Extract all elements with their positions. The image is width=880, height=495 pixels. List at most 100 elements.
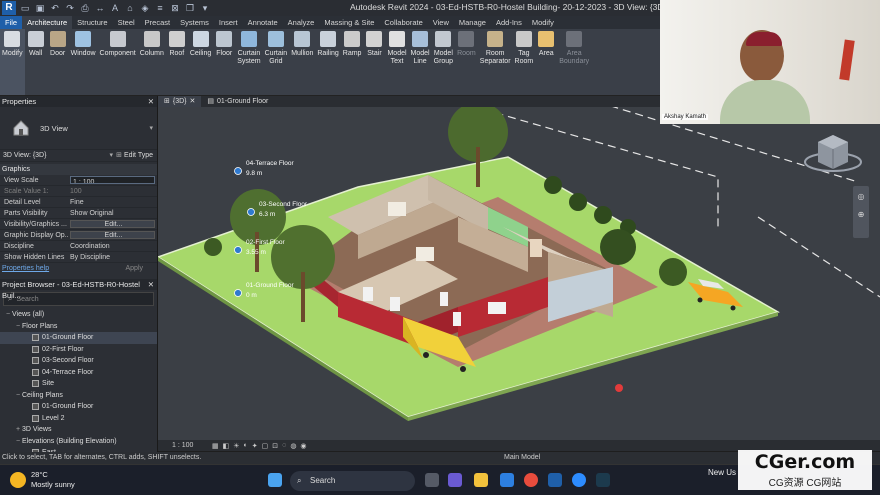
room-button[interactable]: Room — [455, 29, 478, 95]
browser-search[interactable]: ⌕ Search — [3, 292, 154, 306]
stair-button[interactable]: Stair — [363, 29, 385, 95]
shadows-icon[interactable]: ◐ — [244, 442, 248, 449]
browser-item[interactable]: 01-Ground Floor — [0, 401, 157, 413]
view-cube[interactable] — [804, 135, 862, 172]
collapse-icon[interactable]: − — [4, 309, 12, 321]
floor-button[interactable]: Floor — [213, 29, 235, 95]
level-head-icon[interactable] — [247, 208, 255, 216]
measure-icon[interactable]: ↔ — [94, 2, 106, 14]
tab-massing-site[interactable]: Massing & Site — [319, 16, 379, 29]
save-icon[interactable]: ▣ — [34, 2, 46, 14]
sun-path-icon[interactable]: ☀ — [233, 442, 239, 450]
explorer-icon[interactable] — [474, 473, 488, 487]
property-value[interactable]: 1 : 100 — [70, 176, 155, 184]
railing-button[interactable]: Railing — [315, 29, 340, 95]
app-icon[interactable] — [596, 473, 610, 487]
tab-analyze[interactable]: Analyze — [283, 16, 320, 29]
active-model[interactable]: Main Model — [504, 452, 540, 464]
redo-icon[interactable]: ↷ — [64, 2, 76, 14]
curtain-grid-button[interactable]: Curtain Grid — [263, 29, 290, 95]
tab-modify[interactable]: Modify — [527, 16, 559, 29]
store-icon[interactable] — [500, 473, 514, 487]
edit-type-icon[interactable]: ⊞ — [116, 150, 122, 161]
temp-hide-icon[interactable]: ◍ — [290, 442, 296, 450]
thin-lines-icon[interactable]: ≡ — [154, 2, 166, 14]
view-scale[interactable]: 1 : 100 — [158, 442, 208, 449]
switch-windows-icon[interactable]: ❐ — [184, 2, 196, 14]
edit-type-button[interactable]: Edit Type — [124, 150, 153, 161]
window-button[interactable]: Window — [69, 29, 98, 95]
edit-button[interactable]: Edit... — [70, 231, 155, 239]
column-button[interactable]: Column — [138, 29, 166, 95]
steering-wheel-icon[interactable]: ◎ — [853, 192, 869, 204]
view-tab[interactable]: ▤ 01-Ground Floor — [201, 96, 274, 107]
visual-style-icon[interactable]: ◧ — [223, 442, 230, 450]
browser-item[interactable]: Level 2 — [0, 413, 157, 425]
tab-view[interactable]: View — [428, 16, 454, 29]
lock-icon[interactable]: ⊡ — [272, 442, 278, 450]
model-text-button[interactable]: Model Text — [385, 29, 408, 95]
quick-access-dropdown-icon[interactable]: ▾ — [199, 2, 211, 14]
curtain-system-button[interactable]: Curtain System — [235, 29, 262, 95]
ceiling-button[interactable]: Ceiling — [188, 29, 213, 95]
browser-item[interactable]: +3D Views — [0, 424, 157, 436]
navigation-bar[interactable]: ◎ ⊕ — [853, 186, 869, 238]
tag-room-button[interactable]: Tag Room — [513, 29, 536, 95]
hide-icon[interactable]: ◌ — [282, 442, 286, 449]
mullion-button[interactable]: Mullion — [289, 29, 315, 95]
chat-icon[interactable] — [448, 473, 462, 487]
weather-widget[interactable]: 28°C Mostly sunny — [10, 470, 75, 490]
tab-manage[interactable]: Manage — [454, 16, 491, 29]
browser-item[interactable]: − Floor Plans — [0, 321, 157, 333]
room-separator-button[interactable]: Room Separator — [478, 29, 513, 95]
close-hidden-icon[interactable]: ⊠ — [169, 2, 181, 14]
apply-button[interactable]: Apply — [125, 263, 143, 275]
revit-taskbar-icon[interactable] — [548, 473, 562, 487]
print-icon[interactable]: ⎙ — [79, 2, 91, 14]
tab-systems[interactable]: Systems — [175, 16, 214, 29]
crop-view-icon[interactable]: ▢ — [262, 442, 269, 450]
text-icon[interactable]: A — [109, 2, 121, 14]
ramp-button[interactable]: Ramp — [341, 29, 364, 95]
taskbar-search[interactable]: ⌕ Search — [290, 471, 415, 491]
model-line-button[interactable]: Model Line — [409, 29, 432, 95]
level-head-icon[interactable] — [234, 167, 242, 175]
component-button[interactable]: Component — [98, 29, 138, 95]
browser-item[interactable]: − Ceiling Plans — [0, 390, 157, 402]
task-view-icon[interactable] — [425, 473, 439, 487]
undo-icon[interactable]: ↶ — [49, 2, 61, 14]
browser-item[interactable]: 01-Ground Floor — [0, 332, 157, 344]
start-icon[interactable] — [268, 473, 282, 487]
default-3d-icon[interactable]: ⌂ — [124, 2, 136, 14]
revit-logo[interactable]: R — [2, 1, 16, 15]
zoom-app-icon[interactable] — [572, 473, 586, 487]
zoom-icon[interactable]: ⊕ — [853, 210, 869, 222]
section-icon[interactable]: ◈ — [139, 2, 151, 14]
browser-item[interactable]: 03-Second Floor — [0, 355, 157, 367]
open-icon[interactable]: ▭ — [19, 2, 31, 14]
tab-steel[interactable]: Steel — [113, 16, 140, 29]
view-tab[interactable]: ⊞ {3D} ✕ — [158, 96, 202, 107]
tab-precast[interactable]: Precast — [140, 16, 175, 29]
render-icon[interactable]: ✦ — [252, 442, 258, 450]
level-head-icon[interactable] — [234, 289, 242, 297]
wall-button[interactable]: Wall — [25, 29, 47, 95]
edit-button[interactable]: Edit... — [70, 220, 155, 228]
close-icon[interactable]: ✕ — [190, 96, 196, 107]
browser-item[interactable]: − Views (all) — [0, 309, 157, 321]
collapse-icon[interactable]: − — [14, 321, 22, 333]
browser-item[interactable]: Site — [0, 378, 157, 390]
tab-annotate[interactable]: Annotate — [243, 16, 283, 29]
chevron-down-icon[interactable]: ▾ — [110, 150, 114, 161]
graphics-section[interactable]: Graphics — [0, 164, 157, 175]
tab-file[interactable]: File — [0, 16, 23, 29]
chevron-down-icon[interactable]: ▾ — [149, 124, 153, 132]
detail-level-icon[interactable]: ▦ — [212, 442, 219, 450]
chrome-icon[interactable] — [524, 473, 538, 487]
tab-collaborate[interactable]: Collaborate — [379, 16, 427, 29]
door-button[interactable]: Door — [47, 29, 69, 95]
area-boundary-button[interactable]: Area Boundary — [557, 29, 591, 95]
properties-help-link[interactable]: Properties help — [0, 263, 125, 275]
close-icon[interactable]: ✕ — [148, 279, 154, 290]
view-selector[interactable]: 3D View: {3D} — [0, 150, 110, 161]
